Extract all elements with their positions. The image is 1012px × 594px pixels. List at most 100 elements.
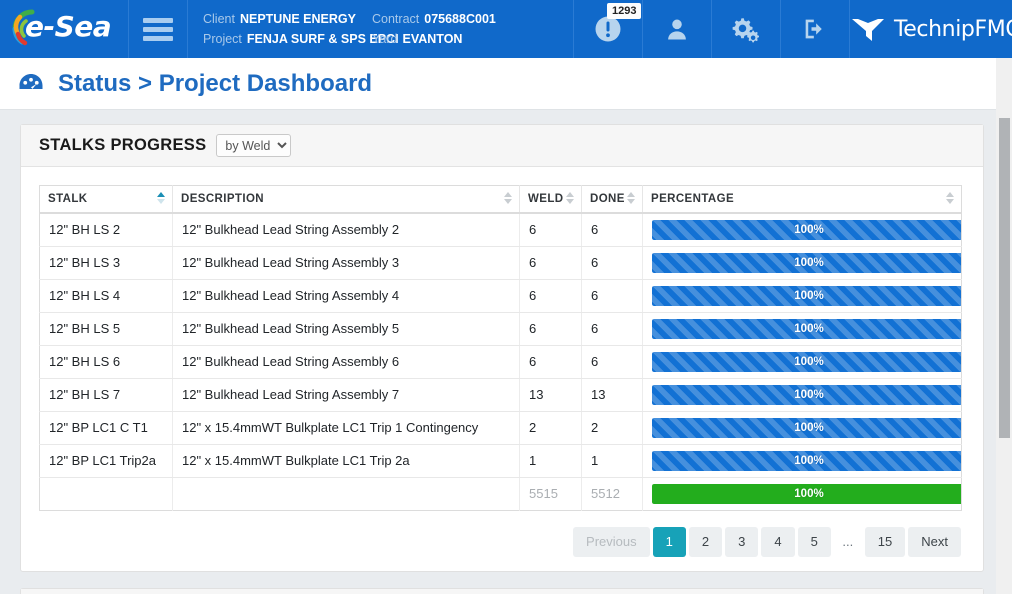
stalks-progress-card: STALKS PROGRESS by Weld STALK DESCRIPTIO… [20,124,984,572]
technipfmc-wordmark: TechnipFMC [894,16,1012,42]
sort-indicator-icon[interactable] [627,191,636,206]
column-header-stalk[interactable]: STALK [39,185,173,214]
table-row: 12" BP LC1 C T1 12" x 15.4mmWT Bulkplate … [39,411,962,445]
progress-bar-label: 100% [794,388,824,401]
description-cell: 12" Bulkhead Lead String Assembly 4 [172,279,520,313]
progress-bar-fill: 100% [652,252,962,273]
stalks-groupby-select[interactable]: by Weld [216,134,292,157]
stalks-progress-header: STALKS PROGRESS by Weld [21,125,983,167]
progress-bar-label: 100% [794,421,824,434]
stalk-cell: 12" BP LC1 Trip2a [39,444,173,478]
progress-bar-track: 100% [652,483,962,504]
pagination-page-3[interactable]: 3 [725,526,759,557]
page-title: Status > Project Dashboard [58,69,373,97]
sort-indicator-icon[interactable] [566,191,575,206]
column-header-weld[interactable]: WELD [519,185,582,214]
project-label: Project [203,32,242,46]
stalk-cell: 12" BH LS 2 [39,212,173,247]
logout-button[interactable] [781,0,850,58]
user-icon [668,19,686,40]
done-cell: 6 [581,312,643,346]
column-header-percentage[interactable]: PERCENTAGE [642,185,962,214]
pagination-ellipsis: ... [842,533,854,549]
progress-bar-fill: 100% [652,285,962,306]
done-cell: 6 [581,246,643,280]
percentage-cell: 100% [642,312,962,346]
weld-cell: 6 [519,212,582,247]
percentage-cell: 100% [642,279,962,313]
app-logo[interactable]: e-Sea [0,0,129,58]
weld-cell: 6 [519,246,582,280]
pagination-page-1[interactable]: 1 [652,526,686,557]
column-header-done[interactable]: DONE [581,185,643,214]
done-cell: 6 [581,345,643,379]
stalk-cell: 12" BH LS 6 [39,345,173,379]
table-row: 12" BH LS 5 12" Bulkhead Lead String Asse… [39,312,962,346]
percentage-cell: 100% [642,212,962,247]
page-scrollbar-thumb[interactable] [999,118,1010,438]
done-cell: 2 [581,411,643,445]
sort-indicator-icon[interactable] [946,191,955,206]
hamburger-icon [143,17,173,41]
percentage-cell: 100% [642,444,962,478]
technipfmc-brand: TechnipFMC [850,0,1012,58]
progress-bar-label: 100% [794,256,824,269]
main-content: STALKS PROGRESS by Weld STALK DESCRIPTIO… [0,110,1004,594]
description-cell: 12" Bulkhead Lead String Assembly 6 [172,345,520,379]
progress-bar-label: 100% [794,322,824,335]
percentage-cell: 100% [642,246,962,280]
pagination-page-last[interactable]: 15 [864,526,906,557]
progress-bar-label: 100% [794,487,824,500]
page-scrollbar-track[interactable] [996,58,1012,594]
logout-icon [805,19,822,39]
stalks-progress-body: STALK DESCRIPTION WELD DONE PERCENTAGE 1… [21,167,983,571]
percentage-cell: 100% [642,411,962,445]
progress-bar-track: 100% [652,351,962,372]
settings-button[interactable] [712,0,781,58]
logo-text: e-Sea [25,10,112,43]
weld-cell: 2 [519,411,582,445]
progress-bar-track: 100% [652,384,962,405]
settings-gears-icon [732,18,759,43]
sort-indicator-icon[interactable] [157,191,166,206]
contract-value: 075688C001 [424,12,496,26]
progress-bar-fill: 100% [652,483,962,504]
user-profile-button[interactable] [643,0,712,58]
pagination-page-4[interactable]: 4 [761,526,795,557]
menu-toggle-button[interactable] [129,0,188,58]
alerts-button[interactable]: 1293 [574,0,643,58]
done-cell: 13 [581,378,643,412]
table-total-row: 5515 5512 100% [39,477,962,510]
sort-indicator-icon[interactable] [504,191,513,206]
pagination-next[interactable]: Next [908,526,961,557]
percentage-cell: 100% [643,477,962,510]
progress-bar-label: 100% [794,223,824,236]
done-cell: 1 [581,444,643,478]
description-cell: 12" x 15.4mmWT Bulkplate LC1 Trip 2a [172,444,520,478]
column-label: WELD [528,193,564,206]
stalks-progress-title: STALKS PROGRESS [39,136,207,154]
alert-count-badge: 1293 [607,3,642,19]
table-row: 12" BH LS 7 12" Bulkhead Lead String Asse… [39,378,962,412]
client-label: Client [203,12,235,26]
contract-label: Contract [372,12,420,26]
progress-bar-fill: 100% [652,417,962,438]
client-value: NEPTUNE ENERGY [239,12,356,26]
pagination-previous[interactable]: Previous [573,526,650,557]
stalk-cell: 12" BP LC1 C T1 [39,411,173,445]
table-row: 12" BH LS 3 12" Bulkhead Lead String Asse… [39,246,962,280]
progress-bar-track: 100% [652,417,962,438]
pagination-page-2[interactable]: 2 [688,526,723,557]
project-meta: Client NEPTUNE ENERGY Contract 075688C00… [188,0,574,58]
table-row: 12" BH LS 6 12" Bulkhead Lead String Asse… [39,345,962,379]
weld-cell: 13 [519,378,582,412]
pagination-page-5[interactable]: 5 [797,526,831,557]
table-row: 12" BH LS 2 12" Bulkhead Lead String Asse… [39,212,962,247]
app-header: e-Sea Client NEPTUNE ENERGY Contract 075… [0,0,1012,58]
weld-cell: 5515 [519,477,582,510]
progress-bar-track: 100% [652,252,962,273]
table-header-row: STALK DESCRIPTION WELD DONE PERCENTAGE [39,185,962,214]
stalk-cell: 12" BH LS 4 [39,279,173,313]
column-header-description[interactable]: DESCRIPTION [172,185,520,214]
weld-cell: 6 [519,279,582,313]
